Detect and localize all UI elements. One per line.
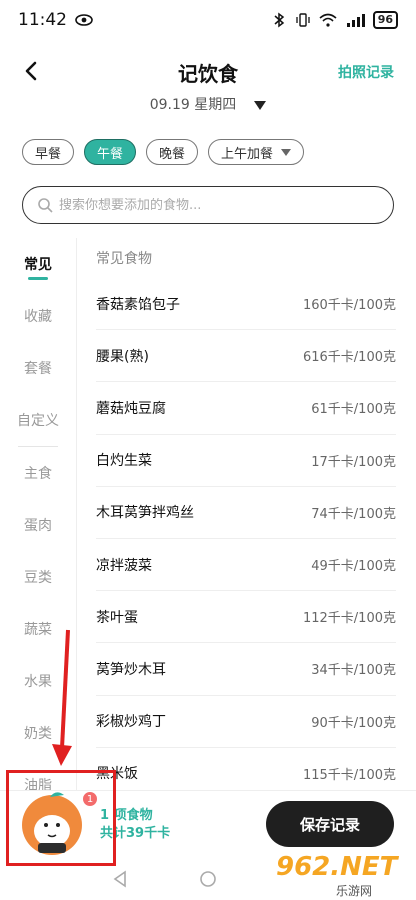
tab-label: 午餐 bbox=[97, 146, 124, 162]
status-icons: 96 bbox=[271, 11, 398, 29]
food-name: 白灼生菜 bbox=[96, 453, 152, 470]
vibrate-icon bbox=[296, 13, 310, 27]
category-custom[interactable]: 自定义 bbox=[0, 394, 76, 446]
category-combos[interactable]: 套餐 bbox=[0, 342, 76, 394]
food-calories: 112千卡/100克 bbox=[302, 611, 396, 627]
save-record-button[interactable]: 保存记录 bbox=[266, 801, 394, 847]
category-common[interactable]: 常见 bbox=[0, 238, 76, 290]
food-name: 木耳莴笋拌鸡丝 bbox=[96, 505, 194, 522]
meal-tabs: 早餐 午餐 晚餐 上午加餐 bbox=[22, 139, 305, 165]
chevron-down-icon bbox=[281, 148, 292, 156]
tab-label: 晚餐 bbox=[159, 146, 186, 162]
back-arrow-icon[interactable] bbox=[22, 60, 40, 82]
watermark-main: 962.NET bbox=[276, 852, 398, 882]
tab-morning-snack[interactable]: 上午加餐 bbox=[208, 139, 305, 165]
food-name: 香菇素馅包子 bbox=[96, 296, 180, 313]
food-calories: 74千卡/100克 bbox=[311, 506, 396, 522]
food-item[interactable]: 白灼生菜 17千卡/100克 bbox=[96, 435, 396, 487]
search-icon bbox=[38, 198, 53, 213]
home-circle-icon[interactable] bbox=[199, 870, 217, 888]
watermark-sub: 乐游网 bbox=[336, 884, 373, 898]
food-item[interactable]: 香菇素馅包子 160千卡/100克 bbox=[96, 278, 396, 331]
food-item[interactable]: 黑米饭 115千卡/100克 bbox=[96, 748, 396, 790]
photo-record-button[interactable]: 拍照记录 bbox=[338, 62, 394, 82]
food-name: 莴笋炒木耳 bbox=[96, 661, 166, 678]
status-bar: 11:42 96 bbox=[0, 0, 416, 40]
food-item[interactable]: 蘑菇炖豆腐 61千卡/100克 bbox=[96, 382, 396, 435]
food-item[interactable]: 腰果(熟) 616千卡/100克 bbox=[96, 330, 396, 383]
food-item[interactable]: 彩椒炒鸡丁 90千卡/100克 bbox=[96, 696, 396, 748]
food-calories: 17千卡/100克 bbox=[311, 454, 396, 470]
eye-icon bbox=[75, 14, 93, 26]
back-triangle-icon[interactable] bbox=[111, 870, 129, 888]
food-item[interactable]: 木耳莴笋拌鸡丝 74千卡/100克 bbox=[96, 487, 396, 539]
date-selector[interactable]: 09.19 星期四 bbox=[0, 94, 416, 114]
wifi-icon bbox=[319, 13, 337, 27]
food-name: 腰果(熟) bbox=[96, 348, 149, 365]
search-bar[interactable] bbox=[22, 186, 394, 224]
food-calories: 61千卡/100克 bbox=[311, 402, 396, 418]
category-dairy[interactable]: 奶类 bbox=[0, 707, 76, 759]
food-calories: 90千卡/100克 bbox=[311, 715, 396, 731]
bluetooth-icon bbox=[274, 12, 284, 28]
search-input[interactable] bbox=[59, 197, 359, 213]
tab-label: 上午加餐 bbox=[221, 146, 274, 162]
tab-label: 早餐 bbox=[35, 146, 62, 162]
category-beans[interactable]: 豆类 bbox=[0, 551, 76, 603]
watermark: 962.NET 乐游网 bbox=[276, 852, 408, 898]
food-calories: 115千卡/100克 bbox=[302, 767, 396, 783]
category-favorites[interactable]: 收藏 bbox=[0, 290, 76, 342]
signal-icon bbox=[346, 14, 365, 27]
section-title: 常见食物 bbox=[96, 251, 152, 267]
food-list: 常见食物 香菇素馅包子 160千卡/100克 腰果(熟) 616千卡/100克 蘑菇… bbox=[96, 238, 396, 790]
food-name: 彩椒炒鸡丁 bbox=[96, 714, 166, 731]
sidebar-divider bbox=[76, 238, 77, 790]
header: 记饮食 拍照记录 bbox=[0, 48, 416, 94]
category-vegetables[interactable]: 蔬菜 bbox=[0, 603, 76, 655]
category-oils[interactable]: 油脂 bbox=[0, 759, 76, 790]
food-item[interactable]: 凉拌菠菜 49千卡/100克 bbox=[96, 539, 396, 592]
food-item[interactable]: 茶叶蛋 112千卡/100克 bbox=[96, 591, 396, 644]
food-count: 1 项食物 bbox=[100, 808, 153, 823]
category-fruits[interactable]: 水果 bbox=[0, 655, 76, 707]
bottom-bar: 1 1 项食物 共计39千卡 保存记录 bbox=[0, 790, 416, 858]
food-calories: 616千卡/100克 bbox=[302, 350, 396, 366]
food-item[interactable]: 莴笋炒木耳 34千卡/100克 bbox=[96, 643, 396, 696]
meal-summary: 1 项食物 共计39千卡 bbox=[100, 807, 170, 843]
food-name: 茶叶蛋 bbox=[96, 609, 138, 626]
cart-count-badge: 1 bbox=[82, 791, 98, 807]
status-time: 11:42 bbox=[18, 10, 67, 30]
tab-dinner[interactable]: 晚餐 bbox=[146, 139, 199, 165]
category-egg-meat[interactable]: 蛋肉 bbox=[0, 499, 76, 551]
battery-indicator: 96 bbox=[372, 11, 398, 29]
food-name: 蘑菇炖豆腐 bbox=[96, 400, 166, 417]
tab-breakfast[interactable]: 早餐 bbox=[22, 139, 75, 165]
food-name: 黑米饭 bbox=[96, 766, 138, 783]
food-calories: 34千卡/100克 bbox=[311, 663, 396, 679]
category-sidebar: 常见 收藏 套餐 自定义 主食 蛋肉 豆类 蔬菜 水果 奶类 油脂 bbox=[0, 238, 76, 790]
category-staples[interactable]: 主食 bbox=[0, 447, 76, 499]
food-calories: 160千卡/100克 bbox=[302, 298, 396, 314]
food-calories: 49千卡/100克 bbox=[311, 559, 396, 575]
date-label: 09.19 星期四 bbox=[149, 97, 237, 113]
tab-lunch[interactable]: 午餐 bbox=[84, 139, 137, 165]
calorie-total: 共计39千卡 bbox=[100, 826, 171, 841]
food-name: 凉拌菠菜 bbox=[96, 557, 152, 574]
dropdown-caret-icon bbox=[254, 100, 267, 110]
